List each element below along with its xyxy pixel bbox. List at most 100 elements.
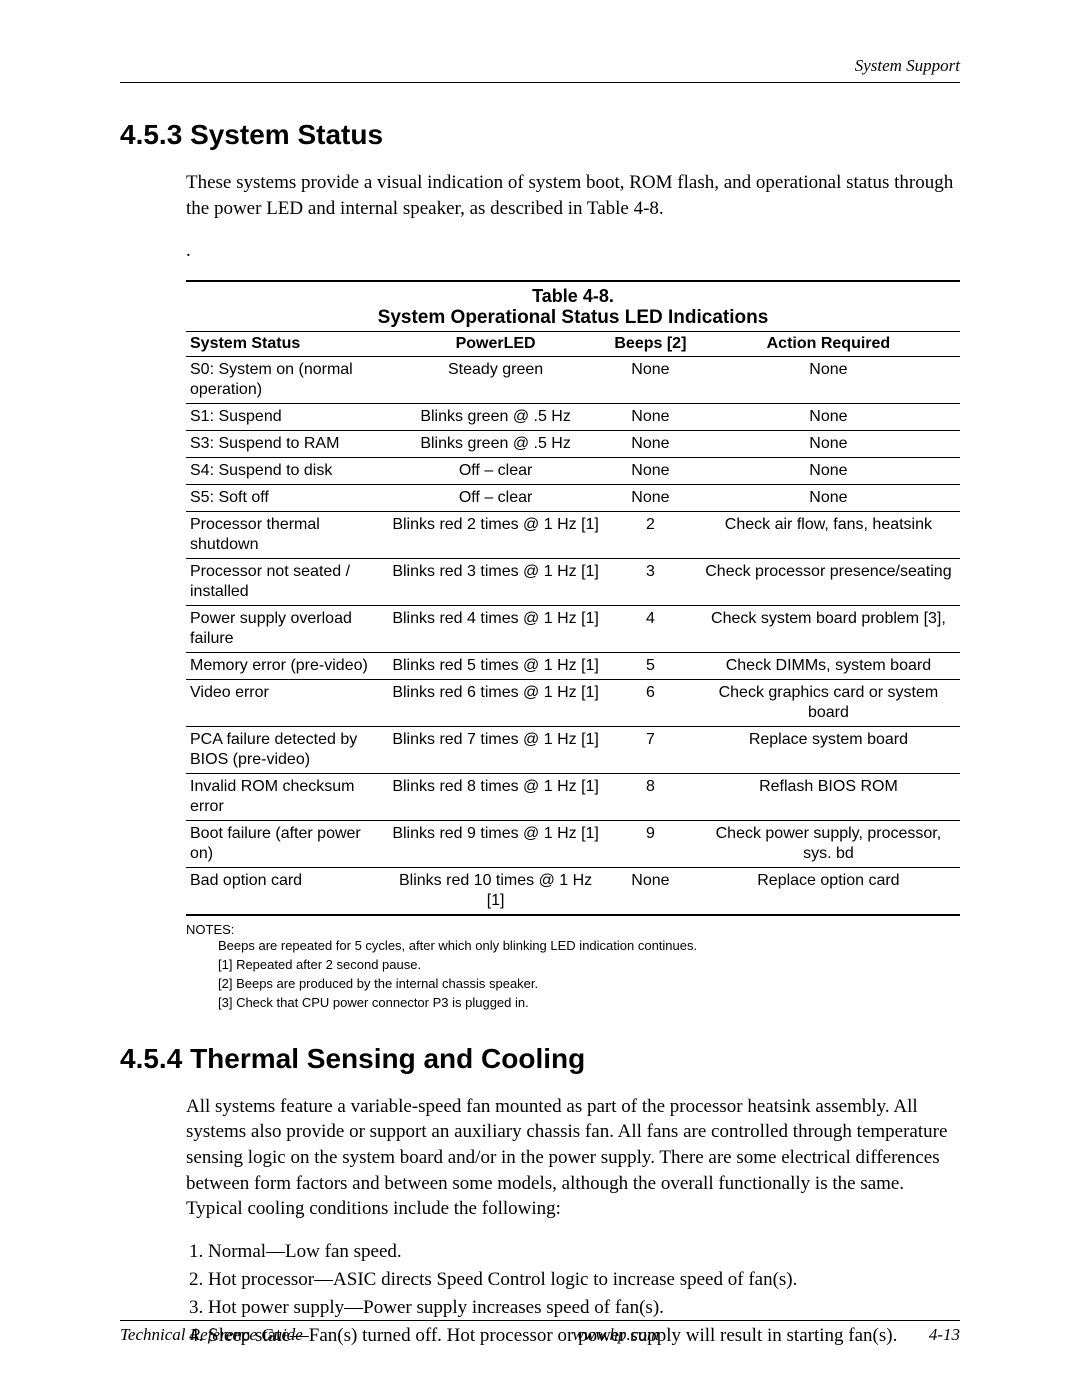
table-label: Table 4-8. (186, 282, 960, 307)
table-row: Video errorBlinks red 6 times @ 1 Hz [1]… (186, 680, 960, 727)
cell-led: Blinks red 9 times @ 1 Hz [1] (387, 821, 604, 868)
list-item: Normal—Low fan speed. (208, 1241, 960, 1263)
table-row: S0: System on (normal operation)Steady g… (186, 357, 960, 404)
cell-status: Invalid ROM checksum error (186, 774, 387, 821)
cell-action: Replace system board (697, 727, 960, 774)
th-status: System Status (186, 332, 387, 357)
table-header-row: System Status PowerLED Beeps [2] Action … (186, 332, 960, 357)
cell-led: Blinks red 2 times @ 1 Hz [1] (387, 512, 604, 559)
table-notes: NOTES: Beeps are repeated for 5 cycles, … (186, 922, 960, 1012)
section-title: System Status (190, 119, 383, 150)
table-row: Bad option cardBlinks red 10 times @ 1 H… (186, 868, 960, 916)
table-row: PCA failure detected by BIOS (pre-video)… (186, 727, 960, 774)
section-number: 4.5.3 (120, 119, 182, 150)
cell-beeps: None (604, 868, 697, 916)
cell-led: Blinks red 8 times @ 1 Hz [1] (387, 774, 604, 821)
section1-body: These systems provide a visual indicatio… (120, 170, 960, 1013)
cell-led: Blinks red 6 times @ 1 Hz [1] (387, 680, 604, 727)
footer-center: www.hp.com (573, 1325, 660, 1345)
cell-beeps: 4 (604, 606, 697, 653)
cell-status: Processor not seated / installed (186, 559, 387, 606)
page: System Support 4.5.3 System Status These… (0, 0, 1080, 1397)
note-line: [2] Beeps are produced by the internal c… (218, 975, 960, 994)
cell-status: S1: Suspend (186, 404, 387, 431)
footer-right: 4-13 (929, 1325, 960, 1345)
table-title: System Operational Status LED Indication… (186, 307, 960, 332)
table-row: Invalid ROM checksum errorBlinks red 8 t… (186, 774, 960, 821)
footer-left: Technical Reference Guide (120, 1325, 303, 1345)
cell-beeps: None (604, 357, 697, 404)
cell-led: Blinks red 3 times @ 1 Hz [1] (387, 559, 604, 606)
cell-led: Blinks green @ .5 Hz (387, 431, 604, 458)
section2-body: All systems feature a variable-speed fan… (120, 1094, 960, 1347)
footer-rule (120, 1320, 960, 1321)
cell-led: Off – clear (387, 485, 604, 512)
section-heading-status: 4.5.3 System Status (120, 119, 960, 151)
table-row: S4: Suspend to diskOff – clearNoneNone (186, 458, 960, 485)
cell-action: Check graphics card or system board (697, 680, 960, 727)
table-row: S3: Suspend to RAMBlinks green @ .5 HzNo… (186, 431, 960, 458)
section2-title: Thermal Sensing and Cooling (190, 1043, 585, 1074)
cell-action: None (697, 431, 960, 458)
cell-status: Video error (186, 680, 387, 727)
table-row: Processor thermal shutdownBlinks red 2 t… (186, 512, 960, 559)
cell-status: Processor thermal shutdown (186, 512, 387, 559)
cell-beeps: 5 (604, 653, 697, 680)
cell-action: Replace option card (697, 868, 960, 916)
cell-beeps: None (604, 431, 697, 458)
th-action: Action Required (697, 332, 960, 357)
header-rule (120, 82, 960, 83)
cell-beeps: 2 (604, 512, 697, 559)
table-row: S1: SuspendBlinks green @ .5 HzNoneNone (186, 404, 960, 431)
list-item: Hot processor—ASIC directs Speed Control… (208, 1269, 960, 1291)
cell-led: Steady green (387, 357, 604, 404)
running-header: System Support (120, 56, 960, 76)
section1-paragraph: These systems provide a visual indicatio… (186, 170, 960, 221)
cell-beeps: None (604, 458, 697, 485)
cell-status: Power supply overload failure (186, 606, 387, 653)
cell-action: Check power supply, processor, sys. bd (697, 821, 960, 868)
cell-led: Blinks red 4 times @ 1 Hz [1] (387, 606, 604, 653)
section2-paragraph: All systems feature a variable-speed fan… (186, 1094, 960, 1222)
cell-action: Check air flow, fans, heatsink (697, 512, 960, 559)
cell-status: S0: System on (normal operation) (186, 357, 387, 404)
cell-action: Check system board problem [3], (697, 606, 960, 653)
cell-action: None (697, 485, 960, 512)
table-row: S5: Soft offOff – clearNoneNone (186, 485, 960, 512)
cell-beeps: None (604, 404, 697, 431)
cell-status: S4: Suspend to disk (186, 458, 387, 485)
cell-led: Blinks green @ .5 Hz (387, 404, 604, 431)
cell-beeps: 6 (604, 680, 697, 727)
notes-label: NOTES: (186, 922, 960, 937)
table-row: Boot failure (after power on)Blinks red … (186, 821, 960, 868)
note-line: Beeps are repeated for 5 cycles, after w… (218, 937, 960, 956)
led-table: System Status PowerLED Beeps [2] Action … (186, 332, 960, 916)
cell-led: Blinks red 10 times @ 1 Hz [1] (387, 868, 604, 916)
cell-beeps: 3 (604, 559, 697, 606)
cell-beeps: 8 (604, 774, 697, 821)
cell-status: PCA failure detected by BIOS (pre-video) (186, 727, 387, 774)
cell-action: None (697, 357, 960, 404)
cell-led: Off – clear (387, 458, 604, 485)
table-row: Power supply overload failureBlinks red … (186, 606, 960, 653)
list-item: Hot power supply—Power supply increases … (208, 1297, 960, 1319)
cell-beeps: 7 (604, 727, 697, 774)
cell-action: Check DIMMs, system board (697, 653, 960, 680)
cell-status: S5: Soft off (186, 485, 387, 512)
cell-action: Reflash BIOS ROM (697, 774, 960, 821)
cell-action: Check processor presence/seating (697, 559, 960, 606)
cell-status: S3: Suspend to RAM (186, 431, 387, 458)
note-line: [1] Repeated after 2 second pause. (218, 956, 960, 975)
table-4-8: Table 4-8. System Operational Status LED… (186, 280, 960, 1012)
cell-led: Blinks red 5 times @ 1 Hz [1] (387, 653, 604, 680)
cell-status: Boot failure (after power on) (186, 821, 387, 868)
cell-status: Bad option card (186, 868, 387, 916)
section2-number: 4.5.4 (120, 1043, 182, 1074)
section-heading-thermal: 4.5.4 Thermal Sensing and Cooling (120, 1043, 960, 1075)
cell-beeps: 9 (604, 821, 697, 868)
cell-beeps: None (604, 485, 697, 512)
cell-action: None (697, 404, 960, 431)
page-footer: Technical Reference Guide www.hp.com 4-1… (120, 1320, 960, 1345)
cell-led: Blinks red 7 times @ 1 Hz [1] (387, 727, 604, 774)
th-led: PowerLED (387, 332, 604, 357)
